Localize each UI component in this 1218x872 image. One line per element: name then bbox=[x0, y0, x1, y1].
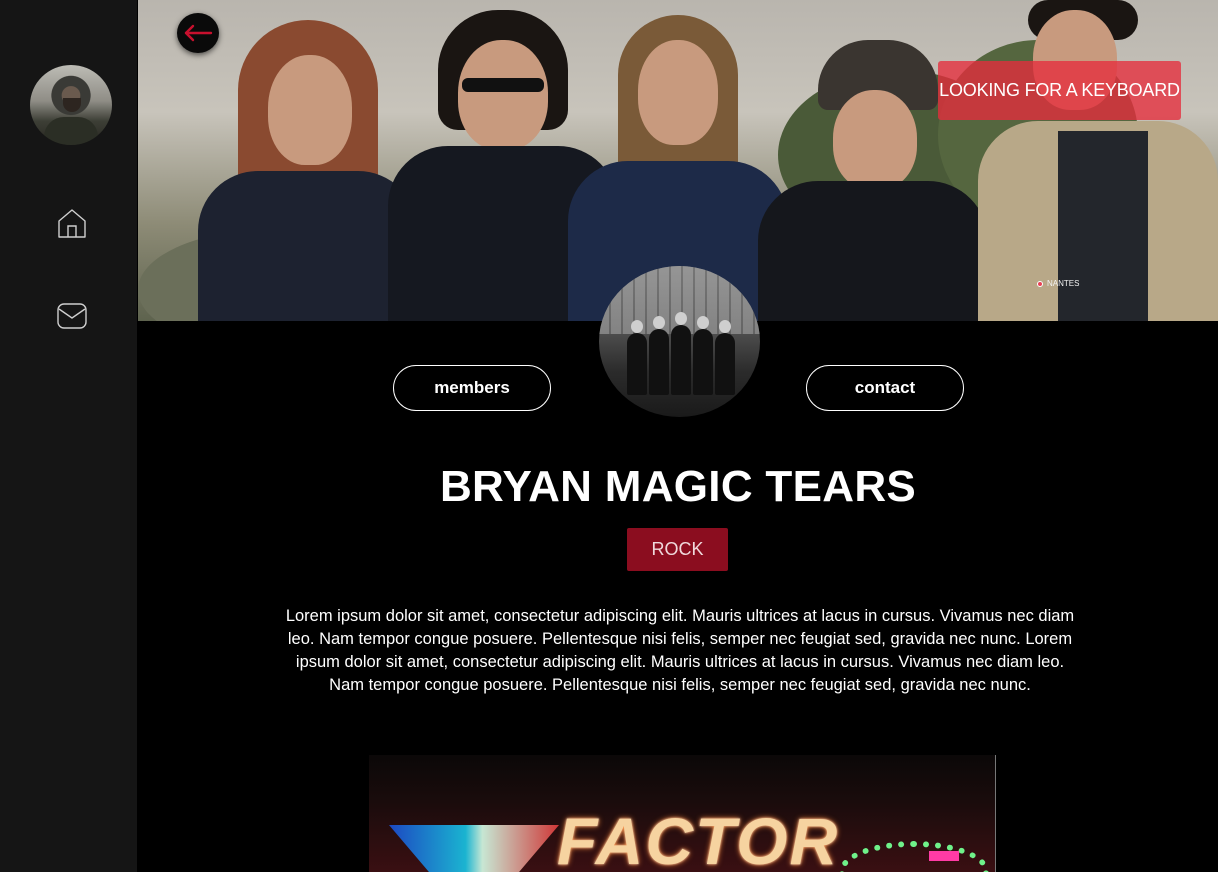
mail-icon[interactable] bbox=[56, 300, 88, 332]
genre-badge: ROCK bbox=[627, 528, 728, 571]
location-badge: NANTES bbox=[1037, 279, 1079, 288]
looking-for-badge: LOOKING FOR A KEYBOARD bbox=[938, 61, 1181, 120]
sidebar bbox=[0, 0, 137, 872]
contact-button[interactable]: contact bbox=[806, 365, 964, 411]
band-avatar bbox=[599, 266, 760, 417]
band-description: Lorem ipsum dolor sit amet, consectetur … bbox=[285, 607, 1075, 694]
gallery-photo: FACTOR bbox=[369, 755, 996, 872]
location-pin-icon bbox=[1037, 280, 1043, 287]
sign-text: FACTOR bbox=[557, 804, 840, 872]
location-label: NANTES bbox=[1047, 279, 1080, 288]
band-name: BRYAN MAGIC TEARS bbox=[439, 462, 917, 511]
back-button[interactable] bbox=[177, 13, 219, 53]
members-button[interactable]: members bbox=[393, 365, 551, 411]
user-avatar[interactable] bbox=[30, 65, 112, 145]
home-icon[interactable] bbox=[56, 207, 88, 239]
arrow-left-icon bbox=[184, 24, 213, 42]
